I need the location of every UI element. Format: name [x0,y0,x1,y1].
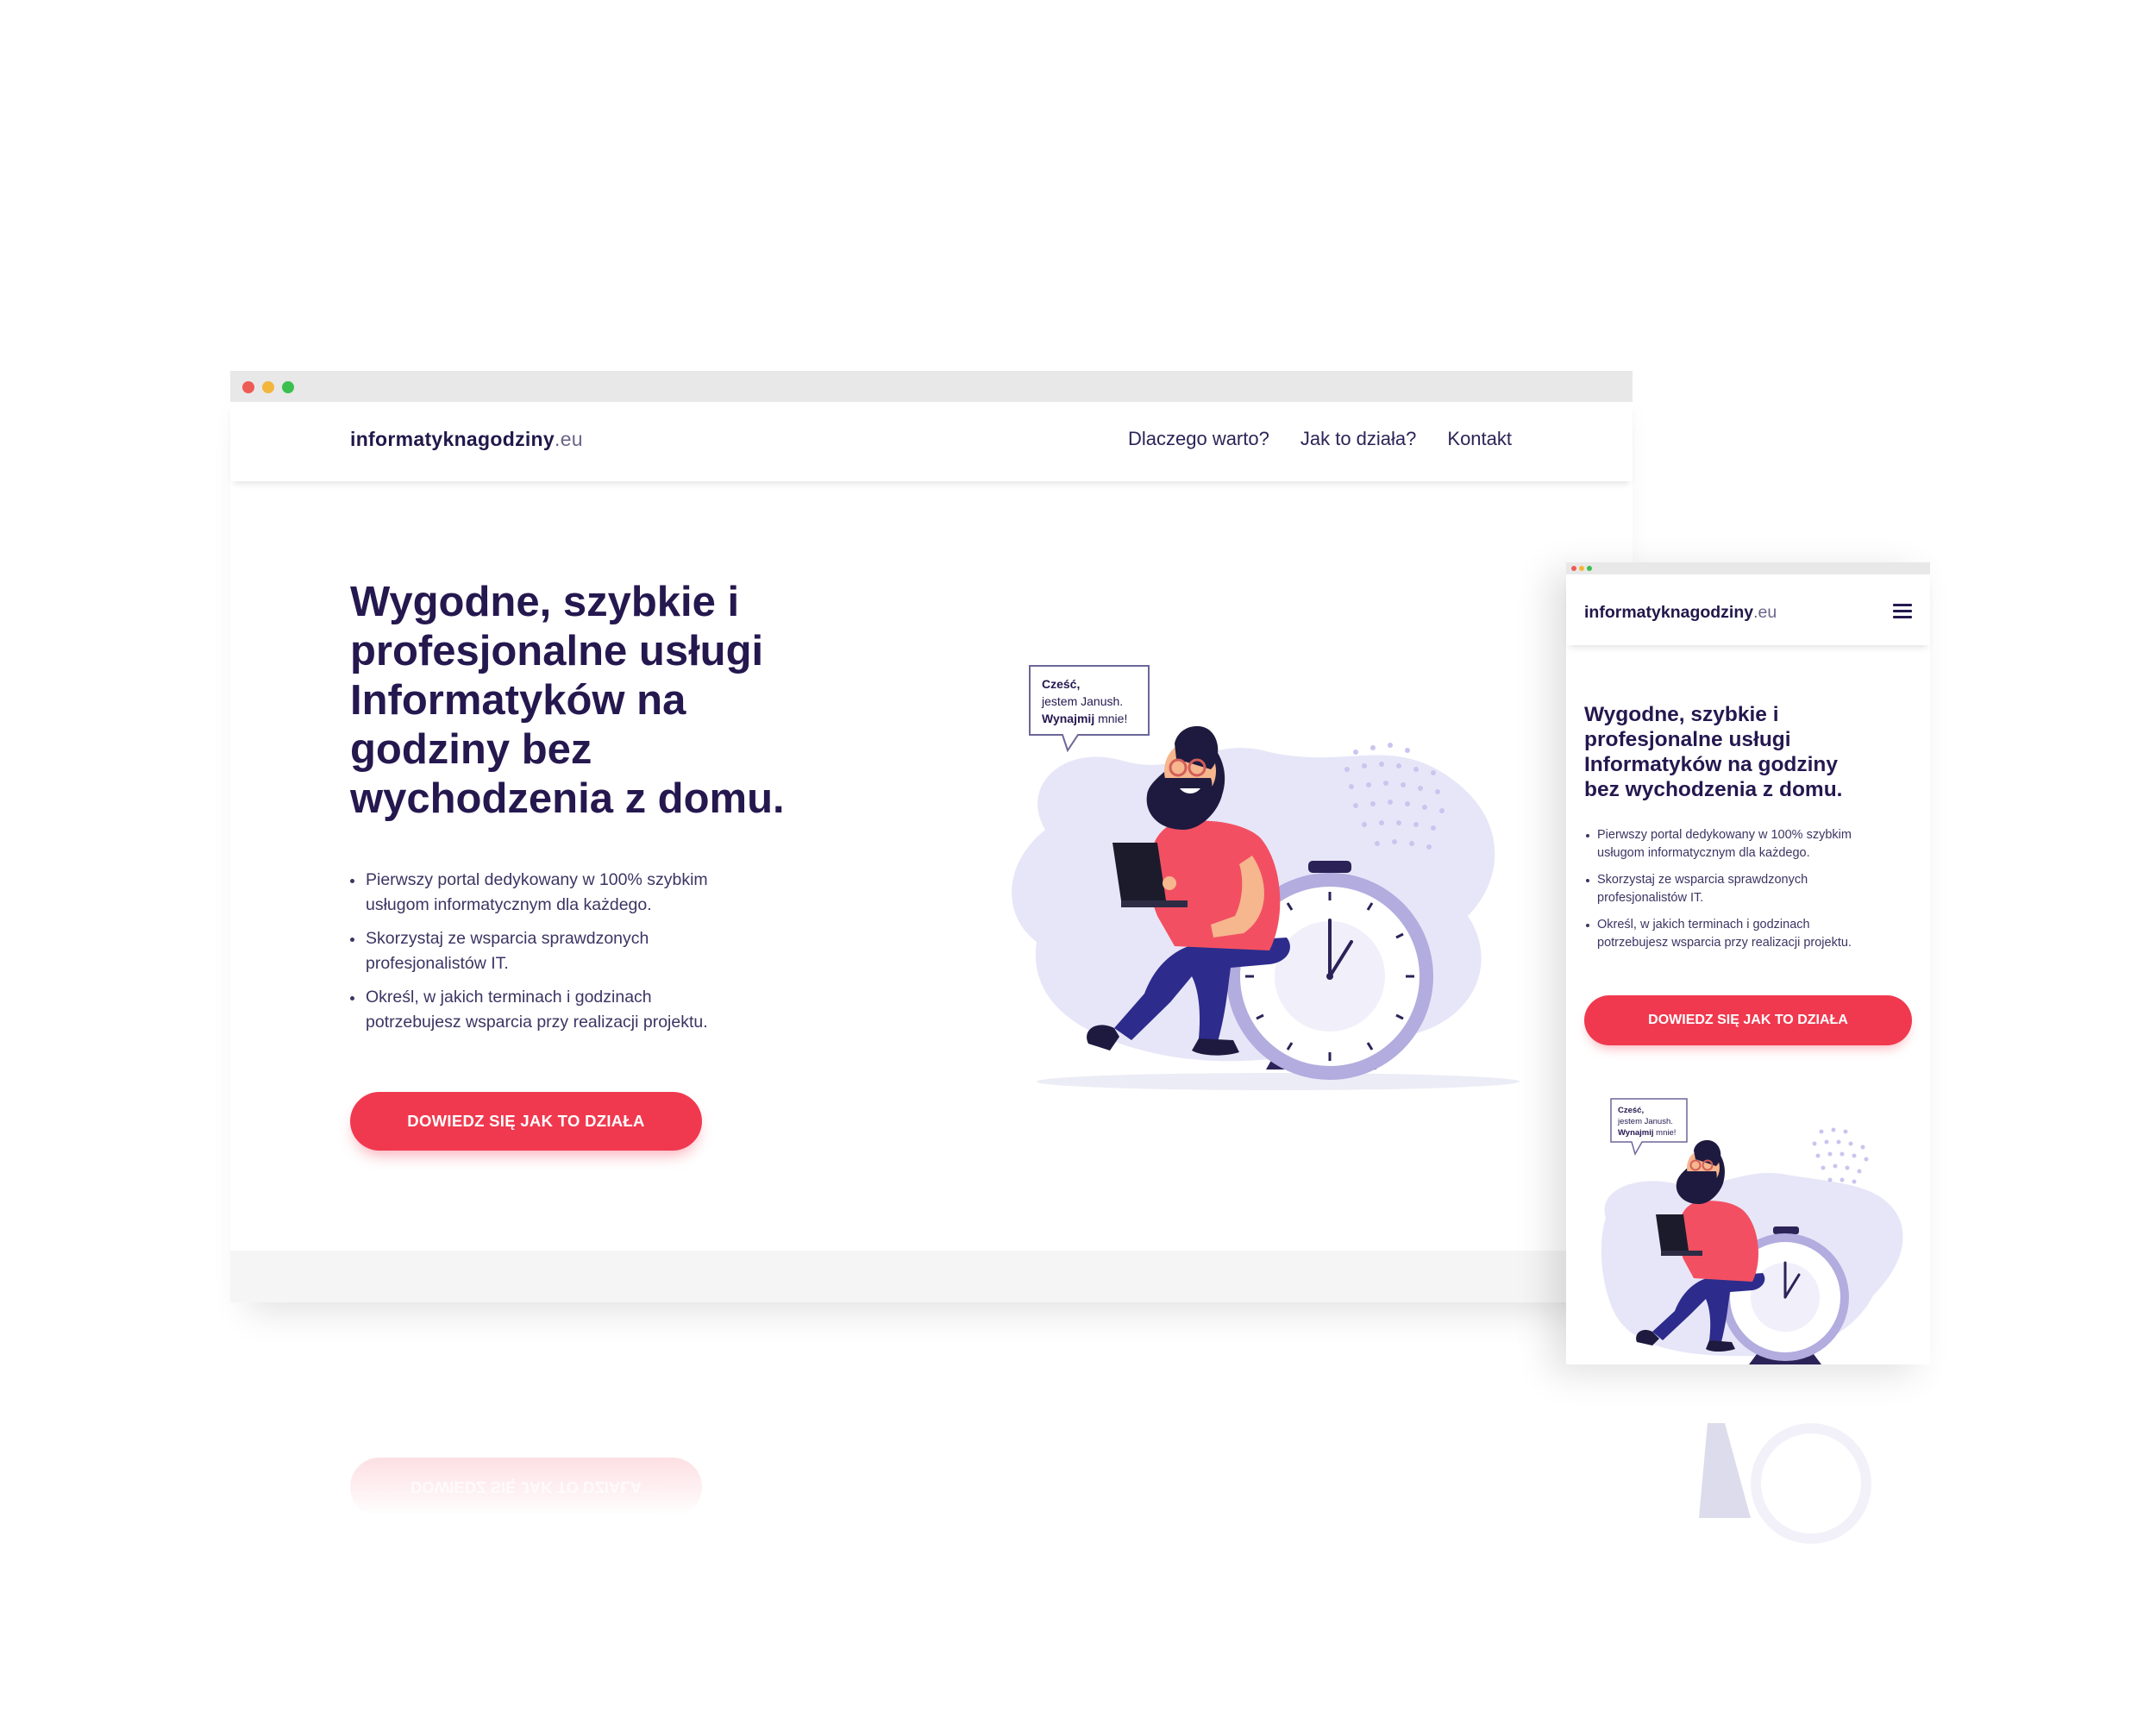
feature-text: Określ, w jakich terminach i godzinach [366,988,652,1007]
mobile-browser-titlebar [1566,562,1930,574]
hero-title-line: Informatyków na [350,677,686,724]
close-window-icon[interactable] [242,381,254,393]
hero-title-line: wychodzenia z domu. [350,775,785,822]
svg-text:Wynajmij mnie!: Wynajmij mnie! [1042,712,1127,725]
feature-item: Skorzystaj ze wsparcia sprawdzonych profe… [1584,871,1895,907]
svg-text:Wynajmij mnie!: Wynajmij mnie! [1618,1128,1676,1138]
bubble-line: jestem Janush. [1041,694,1123,708]
feature-text: Skorzystaj ze wsparcia sprawdzonych [366,929,649,948]
site-header: informatyknagodziny.eu Dlaczego warto? J… [230,402,1633,481]
feature-text: profesjonalistów IT. [366,954,509,973]
feature-text: Pierwszy portal dedykowany w 100% szybki… [366,870,708,889]
mobile-hero-title: Wygodne, szybkie i profesjonalne usługi … [1584,702,1912,802]
nav-link-how[interactable]: Jak to działa? [1300,428,1417,450]
mobile-mockup: informatyknagodziny.eu Wygodne, szybkie … [1566,562,1930,1364]
mobile-site-logo[interactable]: informatyknagodziny.eu [1584,603,1777,623]
minimize-window-icon[interactable] [262,381,274,393]
bubble-line: mnie! [1094,712,1127,725]
hero-title-line: Informatyków na godziny [1584,753,1839,776]
mobile-feature-list: Pierwszy portal dedykowany w 100% szybki… [1584,826,1895,961]
mobile-speech-bubble: Cześć, jestem Janush. Wynajmij mnie! [1610,1098,1688,1156]
nav-link-contact[interactable]: Kontakt [1447,428,1512,450]
hero-title: Wygodne, szybkie i profesjonalne usługi … [350,578,868,824]
feature-text: Określ, w jakich terminach i godzinach [1597,918,1810,932]
feature-text: profesjonalistów IT. [1597,891,1704,905]
feature-list: Pierwszy portal dedykowany w 100% szybki… [350,868,799,1044]
feature-item: Skorzystaj ze wsparcia sprawdzonych profe… [350,926,799,976]
mobile-hero-illustration: Cześć, jestem Janush. Wynajmij mnie! [1601,1098,1903,1364]
logo-text: informatyknagodziny [1584,603,1754,622]
site-logo[interactable]: informatyknagodziny.eu [350,428,583,451]
maximize-window-icon[interactable] [282,381,294,393]
minimize-window-icon[interactable] [1579,566,1584,571]
learn-how-button[interactable]: DOWIEDZ SIĘ JAK TO DZIAŁA [350,1092,702,1151]
main-nav: Dlaczego warto? Jak to działa? Kontakt [1128,428,1512,450]
bubble-line: Cześć, [1042,677,1080,691]
close-window-icon[interactable] [1571,566,1576,571]
hero-title-line: Wygodne, szybkie i [350,579,740,625]
logo-suffix: .eu [1753,603,1777,622]
hero-title-line: Wygodne, szybkie i [1584,703,1779,726]
feature-item: Pierwszy portal dedykowany w 100% szybki… [350,868,799,918]
browser-titlebar [230,371,1633,402]
mobile-header: informatyknagodziny.eu [1566,574,1930,645]
feature-text: usługom informatycznym dla każdego. [1597,846,1810,860]
feature-text: potrzebujesz wsparcia przy realizacji pr… [366,1013,708,1032]
feature-text: Pierwszy portal dedykowany w 100% szybki… [1597,828,1852,842]
hero-title-line: profesjonalne usługi [1584,728,1791,751]
feature-text: Skorzystaj ze wsparcia sprawdzonych [1597,873,1808,887]
bubble-line: Cześć, [1618,1106,1644,1115]
feature-text: usługom informatycznym dla każdego. [366,895,652,914]
hero-title-line: godziny bez [350,726,592,773]
logo-text: informatyknagodziny [350,428,555,450]
nav-link-why[interactable]: Dlaczego warto? [1128,428,1269,450]
maximize-window-icon[interactable] [1587,566,1592,571]
mobile-learn-how-button[interactable]: DOWIEDZ SIĘ JAK TO DZIAŁA [1584,995,1912,1045]
feature-item: Pierwszy portal dedykowany w 100% szybki… [1584,826,1895,862]
feature-item: Określ, w jakich terminach i godzinach po… [1584,916,1895,952]
feature-item: Określ, w jakich terminach i godzinach po… [350,985,799,1035]
desktop-mockup: informatyknagodziny.eu Dlaczego warto? J… [230,371,1633,1302]
illustration-reflection [1699,1423,1871,1544]
hero-title-line: bez wychodzenia z domu. [1584,778,1843,801]
bubble-emphasis: Wynajmij [1042,712,1094,725]
bubble-line: mnie! [1654,1128,1677,1138]
bubble-emphasis: Wynajmij [1618,1128,1654,1138]
hamburger-menu-icon[interactable] [1893,604,1912,622]
button-reflection: DOWIEDZ SIĘ JAK TO DZIAŁA [350,1458,702,1516]
section-divider [230,1251,1633,1302]
feature-text: potrzebujesz wsparcia przy realizacji pr… [1597,936,1852,950]
bubble-line: jestem Janush. [1617,1117,1673,1126]
speech-bubble: Cześć, jestem Janush. Wynajmij mnie! [1029,665,1150,753]
hero-illustration: Cześć, jestem Janush. Wynajmij mnie! [1012,665,1520,1090]
logo-suffix: .eu [555,428,583,450]
hero-title-line: profesjonalne usługi [350,628,764,674]
